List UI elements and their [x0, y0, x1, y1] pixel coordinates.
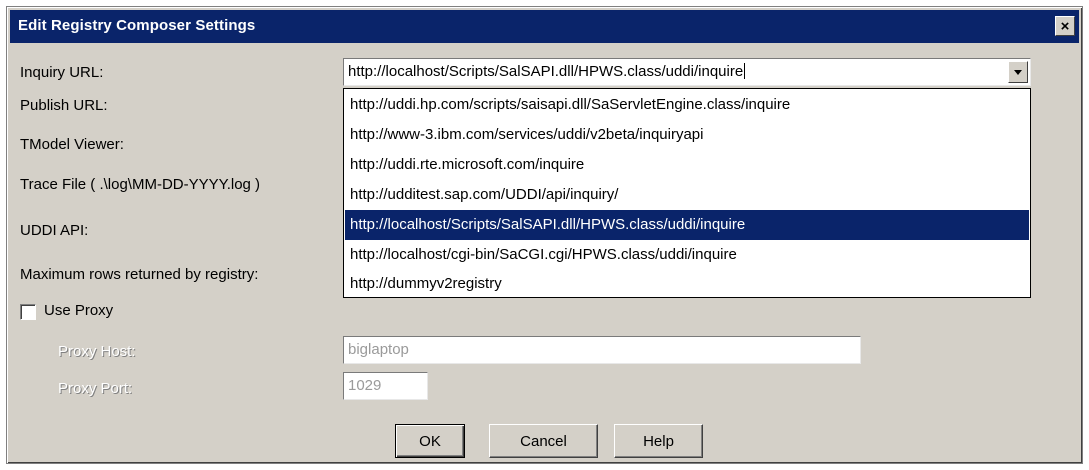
ok-button-label: OK	[419, 432, 441, 450]
inquiry-url-value: http://localhost/Scripts/SalSAPI.dll/HPW…	[348, 63, 744, 80]
proxy-host-label: Proxy Host:	[58, 343, 136, 360]
inquiry-url-label: Inquiry URL:	[20, 64, 104, 81]
inquiry-url-combo[interactable]: http://localhost/Scripts/SalSAPI.dll/HPW…	[343, 58, 1031, 86]
dropdown-option[interactable]: http://www-3.ibm.com/services/uddi/v2bet…	[345, 120, 1029, 150]
dropdown-option[interactable]: http://localhost/cgi-bin/SaCGI.cgi/HPWS.…	[345, 240, 1029, 270]
uddi-api-label: UDDI API:	[20, 222, 89, 239]
use-proxy-checkbox[interactable]	[20, 304, 36, 320]
dropdown-option[interactable]: http://dummyv2registry	[345, 269, 1029, 299]
close-icon: ×	[1060, 17, 1070, 35]
text-cursor	[744, 63, 746, 79]
dropdown-option[interactable]: http://localhost/Scripts/SalSAPI.dll/HPW…	[345, 210, 1029, 240]
trace-file-label: Trace File ( .\log\MM-DD-YYYY.log )	[20, 176, 261, 193]
tmodel-viewer-label: TModel Viewer:	[20, 136, 124, 153]
ok-button[interactable]: OK	[395, 424, 465, 458]
title-bar[interactable]: Edit Registry Composer Settings ×	[10, 10, 1079, 43]
cancel-button[interactable]: Cancel	[489, 424, 598, 458]
publish-url-label: Publish URL:	[20, 97, 108, 114]
max-rows-label: Maximum rows returned by registry:	[20, 266, 259, 283]
help-button-label: Help	[643, 432, 674, 450]
dropdown-option[interactable]: http://udditest.sap.com/UDDI/api/inquiry…	[345, 180, 1029, 210]
chevron-down-icon[interactable]	[1008, 61, 1028, 83]
proxy-host-value: biglaptop	[348, 341, 409, 358]
inquiry-url-dropdown-list: http://uddi.hp.com/scripts/saisapi.dll/S…	[343, 88, 1031, 298]
close-button[interactable]: ×	[1055, 16, 1075, 36]
proxy-port-input[interactable]: 1029	[343, 372, 428, 400]
use-proxy-label[interactable]: Use Proxy	[44, 302, 113, 319]
cancel-button-label: Cancel	[520, 432, 567, 450]
proxy-host-input[interactable]: biglaptop	[343, 336, 861, 364]
proxy-port-label: Proxy Port:	[58, 380, 133, 397]
help-button[interactable]: Help	[614, 424, 703, 458]
dialog-title: Edit Registry Composer Settings	[18, 17, 256, 34]
dropdown-option[interactable]: http://uddi.hp.com/scripts/saisapi.dll/S…	[345, 90, 1029, 120]
proxy-port-value: 1029	[348, 377, 382, 394]
dropdown-option[interactable]: http://uddi.rte.microsoft.com/inquire	[345, 150, 1029, 180]
